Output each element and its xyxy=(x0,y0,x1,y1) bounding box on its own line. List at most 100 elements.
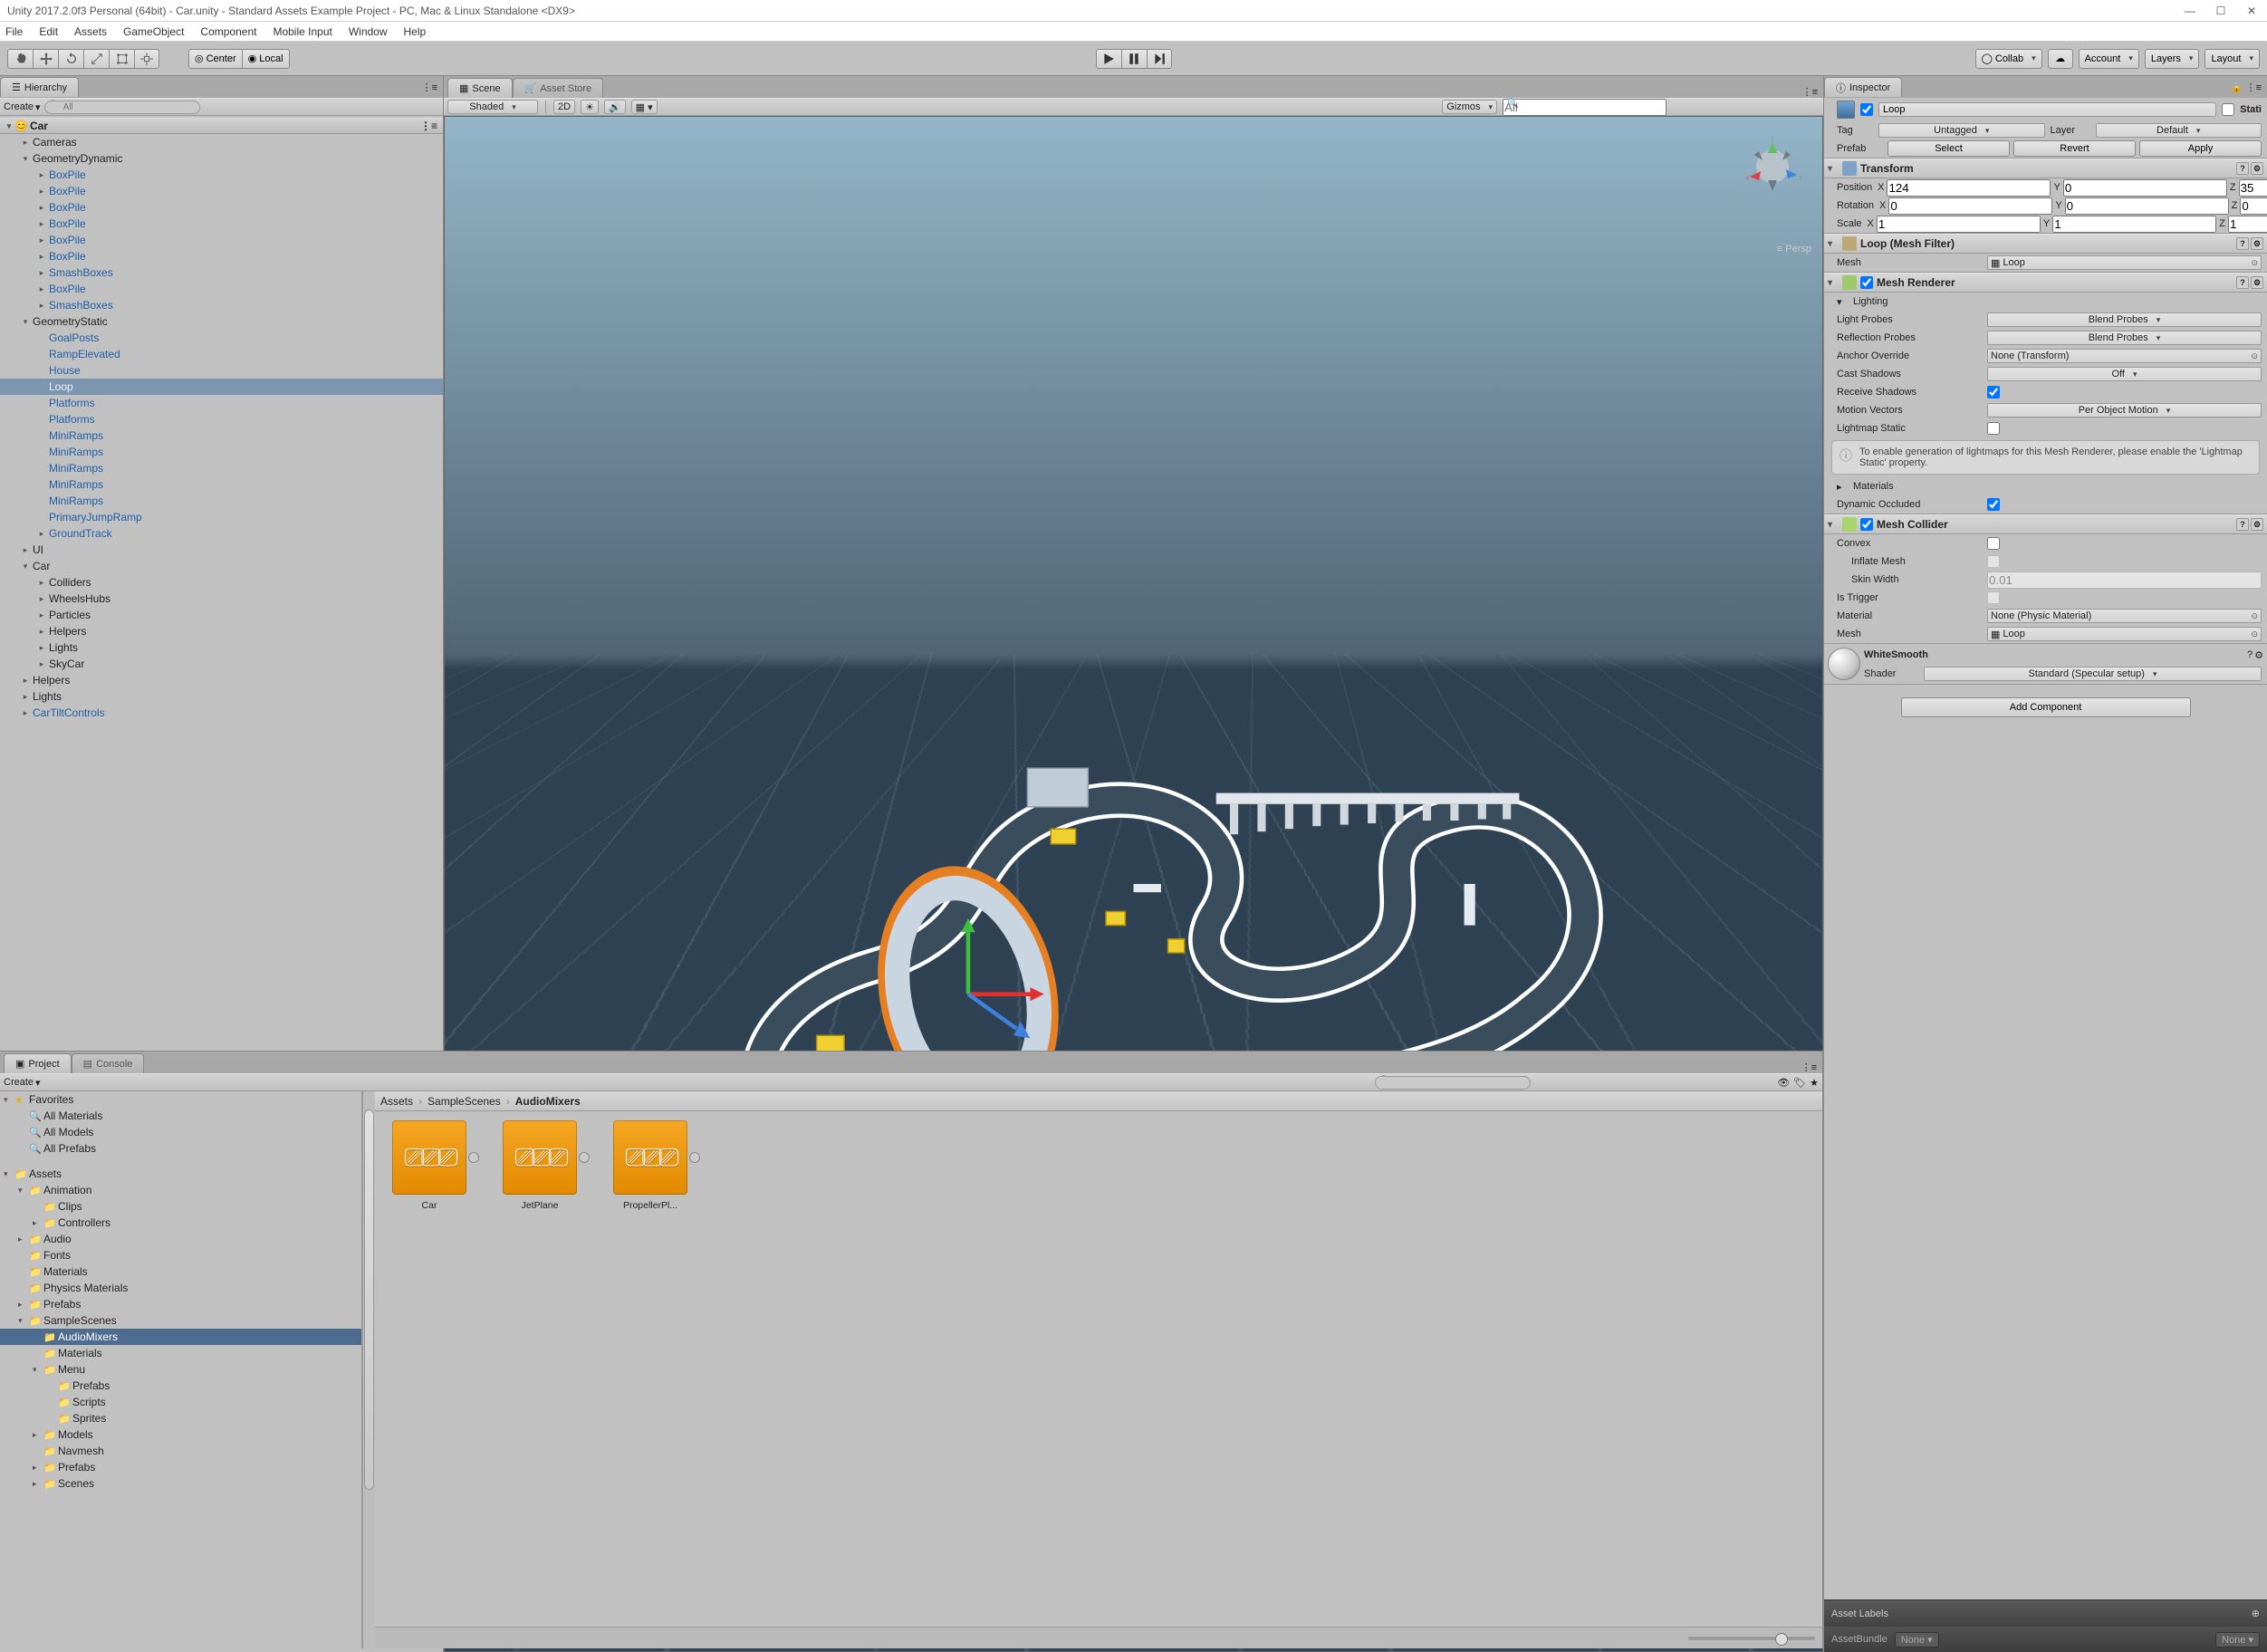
project-folder-item[interactable]: 📁Materials xyxy=(0,1263,361,1280)
hierarchy-create-dropdown[interactable]: Create ▾ xyxy=(4,101,41,113)
play-button[interactable] xyxy=(1096,49,1121,69)
hierarchy-item[interactable]: ▸SmashBoxes xyxy=(0,264,443,281)
hierarchy-search-input[interactable] xyxy=(44,101,200,114)
hand-tool[interactable] xyxy=(7,49,33,69)
scene-fx-toggle[interactable]: ▦ ▾ xyxy=(631,100,658,114)
hierarchy-item[interactable]: ▸GroundTrack xyxy=(0,525,443,542)
project-folder-item[interactable]: 📁Sprites xyxy=(0,1410,361,1426)
scene-audio-toggle[interactable]: 🔊 xyxy=(604,100,626,114)
hierarchy-item[interactable]: ▸Lights xyxy=(0,688,443,705)
menu-gameobject[interactable]: GameObject xyxy=(123,25,184,38)
tab-asset-store[interactable]: 🛒 Asset Store xyxy=(513,78,604,98)
project-breadcrumb[interactable]: Assets› SampleScenes› AudioMixers xyxy=(375,1091,1822,1111)
lightmap-static-toggle[interactable] xyxy=(1987,422,2000,435)
project-folder-item[interactable]: 📁Scripts xyxy=(0,1394,361,1410)
hierarchy-item[interactable]: ▸Colliders xyxy=(0,574,443,591)
asset-labels-add-icon[interactable]: ⊕ xyxy=(2252,1608,2260,1619)
mesh-collider-enabled[interactable] xyxy=(1860,518,1873,531)
project-folder-item[interactable]: 🔍All Materials xyxy=(0,1108,361,1124)
assetbundle-variant-dropdown[interactable]: None ▾ xyxy=(2215,1632,2260,1647)
project-file-item[interactable]: ⎚⎚⎚PropellerPl... xyxy=(605,1120,696,1211)
layers-dropdown[interactable]: Layers xyxy=(2145,49,2200,69)
menu-component[interactable]: Component xyxy=(200,25,256,38)
project-folder-item[interactable]: ▾📁SampleScenes xyxy=(0,1312,361,1329)
hierarchy-item[interactable]: MiniRamps xyxy=(0,493,443,509)
gameobject-icon[interactable] xyxy=(1837,101,1855,119)
hierarchy-item[interactable]: MiniRamps xyxy=(0,460,443,476)
cloud-button[interactable]: ☁ xyxy=(2048,49,2073,69)
tag-dropdown[interactable]: Untagged xyxy=(1878,123,2045,138)
project-folder-item[interactable]: ▸📁Scenes xyxy=(0,1475,361,1492)
reflection-probes-dropdown[interactable]: Blend Probes xyxy=(1987,331,2262,345)
hierarchy-item[interactable]: ▸BoxPile xyxy=(0,248,443,264)
mesh-filter-mesh-field[interactable]: ▦ Loop⊙ xyxy=(1987,255,2262,270)
light-probes-dropdown[interactable]: Blend Probes xyxy=(1987,312,2262,327)
pivot-center-toggle[interactable]: ◎ Center xyxy=(188,49,242,69)
hierarchy-item[interactable]: RampElevated xyxy=(0,346,443,362)
scene-gizmos-dropdown[interactable]: Gizmos xyxy=(1442,100,1497,114)
grid-size-slider[interactable] xyxy=(1688,1637,1815,1640)
transform-tool[interactable] xyxy=(134,49,159,69)
shader-dropdown[interactable]: Standard (Specular setup) xyxy=(1924,667,2262,681)
hierarchy-item[interactable]: ▸SkyCar xyxy=(0,656,443,672)
project-folder-item[interactable]: 🔍All Prefabs xyxy=(0,1140,361,1157)
menu-mobile-input[interactable]: Mobile Input xyxy=(273,25,331,38)
folder-scrollbar[interactable] xyxy=(362,1091,375,1648)
maximize-icon[interactable]: ☐ xyxy=(2213,5,2229,17)
menu-window[interactable]: Window xyxy=(349,25,388,38)
project-folder-item[interactable]: ▸📁Audio xyxy=(0,1231,361,1247)
project-folder-tree[interactable]: ▾★Favorites🔍All Materials🔍All Models🔍All… xyxy=(0,1091,362,1648)
project-folder-item[interactable]: ▸📁Prefabs xyxy=(0,1459,361,1475)
scale-z[interactable] xyxy=(2228,216,2267,233)
project-folder-item[interactable]: 📁Fonts xyxy=(0,1247,361,1263)
project-folder-item[interactable]: ▾📁Menu xyxy=(0,1361,361,1378)
collider-material-field[interactable]: None (Physic Material)⊙ xyxy=(1987,609,2262,623)
move-tool[interactable] xyxy=(33,49,58,69)
component-settings-icon[interactable]: ⚙ xyxy=(2251,162,2263,175)
hierarchy-item[interactable]: ▾Car xyxy=(0,558,443,574)
hierarchy-item[interactable]: ▸BoxPile xyxy=(0,199,443,216)
hierarchy-item[interactable]: ▸UI xyxy=(0,542,443,558)
motion-vectors-dropdown[interactable]: Per Object Motion xyxy=(1987,403,2262,418)
hierarchy-item[interactable]: ▸Helpers xyxy=(0,623,443,639)
position-x[interactable] xyxy=(1887,179,2051,197)
project-folder-item[interactable]: 📁Physics Materials xyxy=(0,1280,361,1296)
project-folder-item[interactable]: 📁Prefabs xyxy=(0,1378,361,1394)
layer-dropdown[interactable]: Default xyxy=(2096,123,2262,138)
hierarchy-item[interactable]: ▸WheelsHubs xyxy=(0,591,443,607)
project-favorite-icon[interactable]: ★ xyxy=(1810,1077,1819,1089)
scene-lighting-toggle[interactable]: ☀ xyxy=(581,100,599,114)
project-context-icon[interactable]: ⋮≡ xyxy=(1796,1061,1822,1073)
minimize-icon[interactable]: — xyxy=(2182,5,2198,17)
project-create-dropdown[interactable]: Create ▾ xyxy=(4,1077,41,1089)
project-folder-item[interactable]: 📁Clips xyxy=(0,1198,361,1215)
scene-orientation-gizmo[interactable]: y z x xyxy=(1741,135,1804,198)
hierarchy-item[interactable]: GoalPosts xyxy=(0,330,443,346)
hierarchy-item[interactable]: ▸SmashBoxes xyxy=(0,297,443,313)
project-folder-item[interactable]: 📁AudioMixers xyxy=(0,1329,361,1345)
tab-hierarchy[interactable]: ☰ Hierarchy xyxy=(0,77,79,97)
scale-tool[interactable] xyxy=(83,49,109,69)
scene-search-input[interactable] xyxy=(1503,99,1667,116)
hierarchy-item[interactable]: ▸Cameras xyxy=(0,134,443,150)
hierarchy-item[interactable]: ▸Particles xyxy=(0,607,443,623)
scale-x[interactable] xyxy=(1877,216,2041,233)
cast-shadows-dropdown[interactable]: Off xyxy=(1987,367,2262,381)
project-label-filter-icon[interactable]: 🏷 xyxy=(1793,1077,1806,1089)
dynamic-occluded-toggle[interactable] xyxy=(1987,498,2000,511)
scene-2d-toggle[interactable]: 2D xyxy=(553,100,575,114)
hierarchy-item[interactable]: MiniRamps xyxy=(0,444,443,460)
project-folder-item[interactable]: ▾★Favorites xyxy=(0,1091,361,1108)
project-folder-item[interactable]: 📁Materials xyxy=(0,1345,361,1361)
hierarchy-item[interactable]: ▸BoxPile xyxy=(0,232,443,248)
gameobject-name-field[interactable] xyxy=(1878,102,2216,117)
mesh-renderer-enabled[interactable] xyxy=(1860,276,1873,289)
rotate-tool[interactable] xyxy=(58,49,83,69)
component-docs-icon[interactable]: ? xyxy=(2236,162,2249,175)
menu-edit[interactable]: Edit xyxy=(39,25,58,38)
hierarchy-item[interactable]: ▸BoxPile xyxy=(0,216,443,232)
account-dropdown[interactable]: Account xyxy=(2079,49,2139,69)
hierarchy-item[interactable]: MiniRamps xyxy=(0,427,443,444)
rotation-y[interactable] xyxy=(2065,197,2229,215)
position-y[interactable] xyxy=(2063,179,2227,197)
